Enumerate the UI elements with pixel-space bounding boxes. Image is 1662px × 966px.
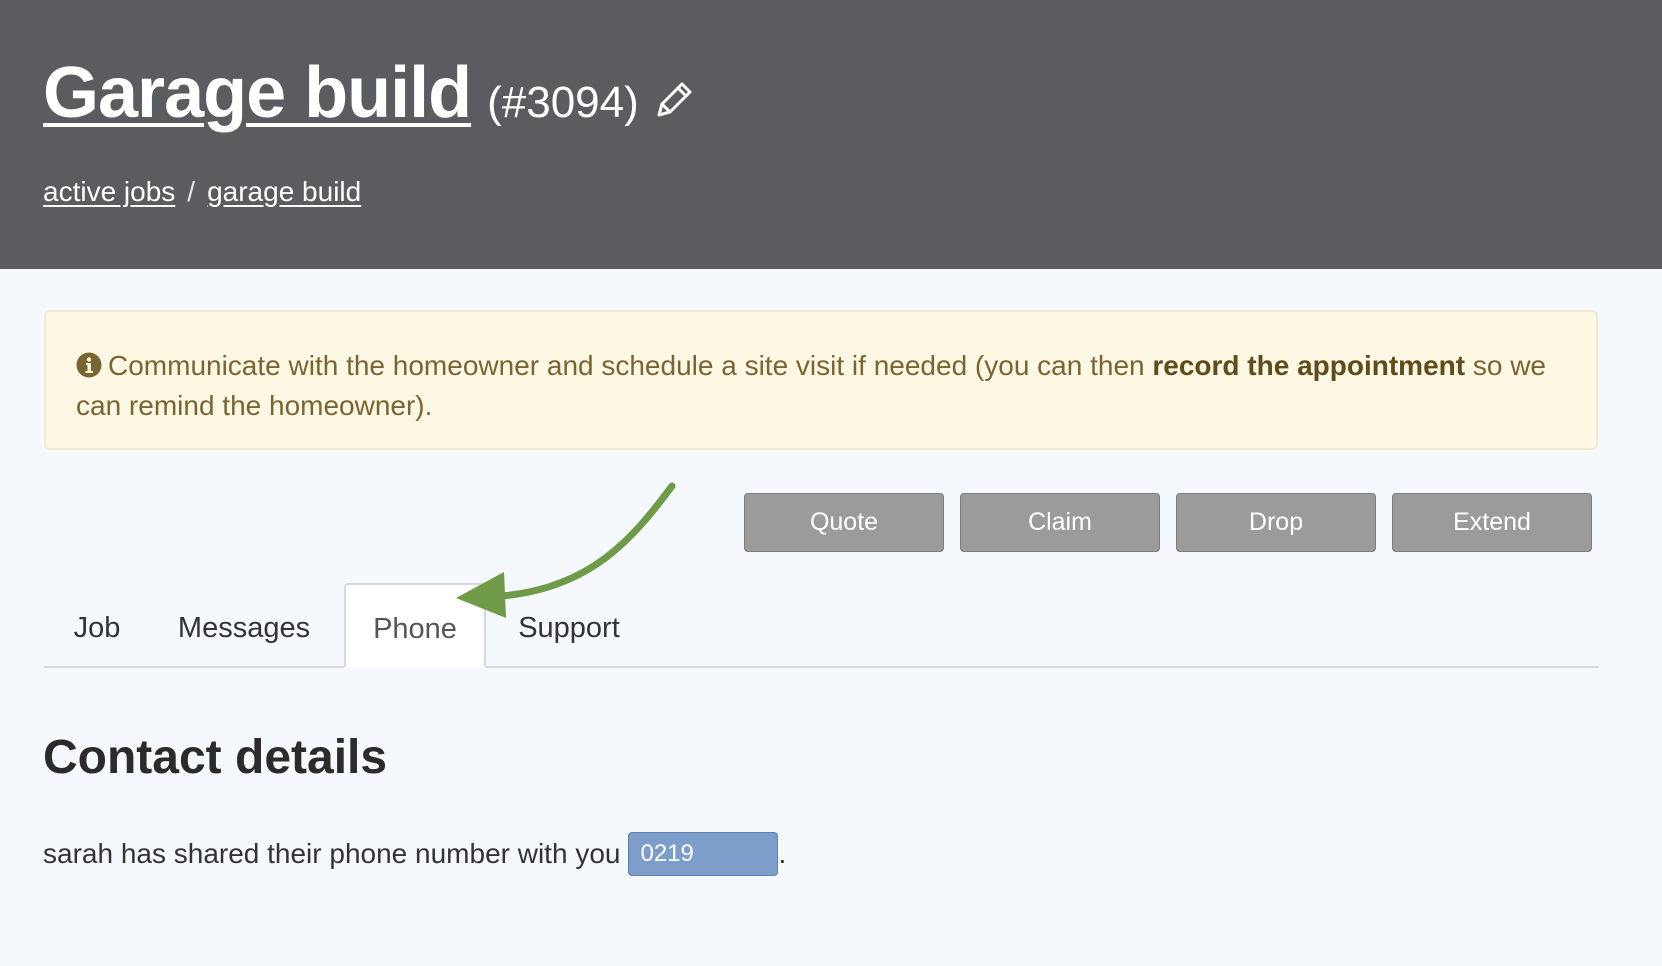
action-buttons: Quote Claim Drop Extend [744,493,1592,552]
tab-phone[interactable]: Phone [344,583,486,668]
title-row: Garage build (#3094) [43,52,697,134]
trailing-period: . [778,838,787,869]
breadcrumb: active jobs / garage build [43,176,361,208]
breadcrumb-separator: / [187,176,196,207]
claim-button[interactable]: Claim [960,493,1160,552]
drop-button[interactable]: Drop [1176,493,1376,552]
pencil-icon[interactable] [651,77,697,123]
tab-support[interactable]: Support [494,583,644,666]
info-icon [76,349,102,378]
tab-messages[interactable]: Messages [156,583,332,666]
notice-text-bold: record the appointment [1152,350,1466,381]
phone-share-line: sarah has shared their phone number with… [43,832,786,876]
phone-share-text: sarah has shared their phone number with… [43,838,621,869]
breadcrumb-garage-build[interactable]: garage build [207,176,361,207]
quote-button[interactable]: Quote [744,493,944,552]
tab-bar: Job Messages Phone Support [44,583,1599,668]
extend-button[interactable]: Extend [1392,493,1592,552]
info-notice: Communicate with the homeowner and sched… [44,310,1598,450]
notice-text-before: Communicate with the homeowner and sched… [108,350,1153,381]
phone-number-field[interactable]: 0219 [628,832,779,876]
page-title[interactable]: Garage build [43,52,472,134]
job-number: (#3094) [487,78,639,127]
breadcrumb-active-jobs[interactable]: active jobs [43,176,175,207]
page-header: Garage build (#3094) active jobs / garage … [0,0,1662,269]
tab-job[interactable]: Job [44,583,150,666]
contact-details-title: Contact details [43,731,388,784]
